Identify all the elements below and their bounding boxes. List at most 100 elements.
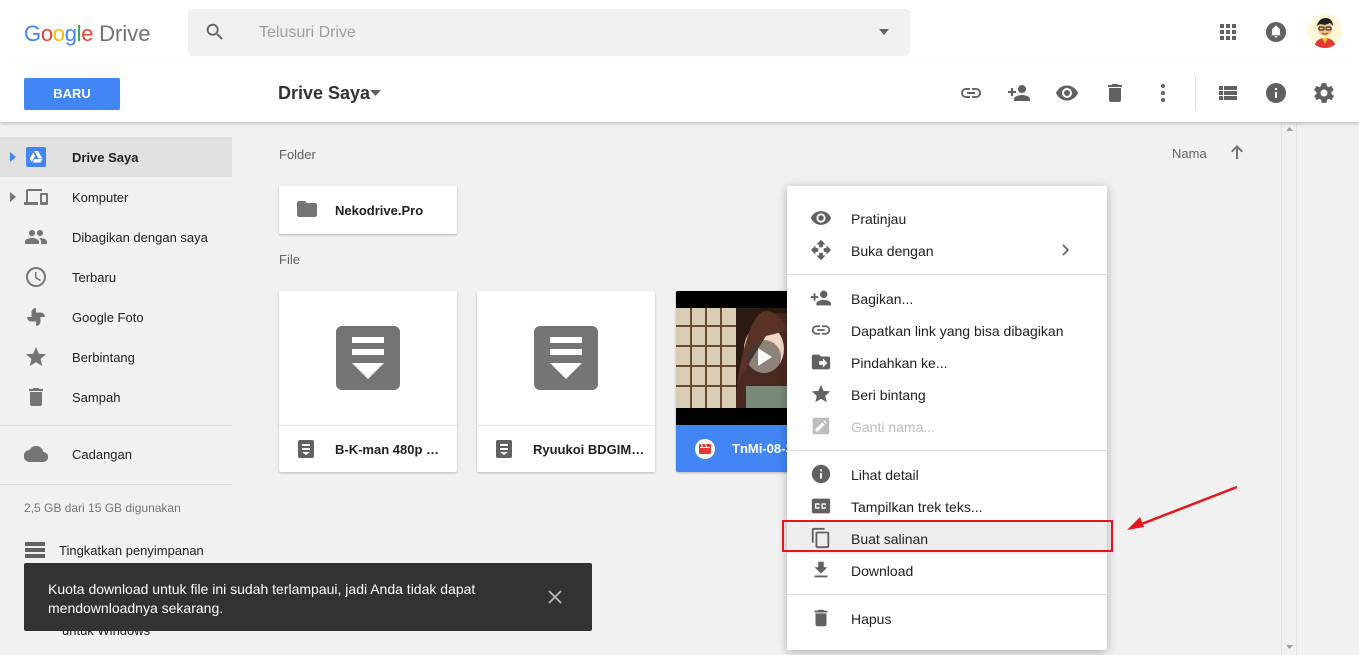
file-type-icon [496, 440, 512, 458]
rename-icon [810, 415, 832, 437]
menu-item-preview[interactable]: Pratinjau [787, 202, 1107, 234]
folder-card[interactable]: Nekodrive.Pro [279, 186, 457, 234]
open-with-icon [810, 239, 832, 261]
people-icon [24, 225, 48, 249]
file-card[interactable]: Ryuukoi BDGIM L... [477, 291, 655, 472]
sidebar-item-label: Sampah [72, 390, 121, 405]
annotation-arrow-icon [1125, 484, 1241, 532]
trash-icon [24, 385, 48, 409]
context-menu: Pratinjau Buka dengan Bagikan... Dapatka… [787, 186, 1107, 650]
menu-item-caption-tracks[interactable]: Tampilkan trek teks... [787, 490, 1107, 522]
menu-item-rename: Ganti nama... [787, 410, 1107, 442]
menu-item-view-details[interactable]: Lihat detail [787, 458, 1107, 490]
search-box[interactable]: Telusuri Drive [188, 9, 910, 56]
file-card[interactable]: B-K-man 480p Wi... [279, 291, 457, 472]
upgrade-storage-label: Tingkatkan penyimpanan [59, 543, 204, 558]
new-button[interactable]: BARU [24, 78, 120, 110]
generic-file-icon [534, 326, 598, 390]
side-panel-strip [1296, 122, 1359, 655]
toolbar-divider [1195, 76, 1196, 110]
breadcrumb-dropdown-icon[interactable] [370, 90, 381, 97]
file-thumbnail [477, 291, 655, 425]
sidebar-item-starred[interactable]: Berbintang [0, 337, 232, 377]
close-icon[interactable] [547, 589, 563, 605]
sidebar-item-trash[interactable]: Sampah [0, 377, 232, 417]
menu-item-label: Download [851, 563, 914, 579]
folder-section-label: Folder [279, 147, 316, 162]
sort-by-name-label[interactable]: Nama [1172, 146, 1207, 161]
folder-icon [296, 200, 318, 218]
file-type-icon [298, 440, 314, 458]
move-to-icon [810, 351, 832, 373]
chevron-right-icon [1061, 244, 1069, 256]
sidebar-item-label: Google Foto [72, 310, 144, 325]
link-icon [810, 319, 832, 341]
generic-file-icon [336, 326, 400, 390]
menu-item-move-to[interactable]: Pindahkan ke... [787, 346, 1107, 378]
info-icon [810, 463, 832, 485]
sidebar-item-google-photos[interactable]: Google Foto [0, 297, 232, 337]
expand-arrow-icon[interactable] [10, 152, 16, 162]
snackbar: Kuota download untuk file ini sudah terl… [24, 563, 592, 631]
menu-item-label: Tampilkan trek teks... [851, 499, 983, 515]
details-info-icon[interactable] [1264, 81, 1288, 105]
file-section-label: File [279, 252, 300, 267]
expand-arrow-icon[interactable] [10, 192, 16, 202]
menu-item-label: Bagikan... [851, 291, 914, 307]
menu-divider [787, 450, 1107, 451]
trash-icon [810, 607, 832, 629]
snackbar-message: Kuota download untuk file ini sudah terl… [48, 581, 476, 616]
menu-item-label: Buka dengan [851, 243, 934, 259]
delete-icon[interactable] [1103, 81, 1127, 105]
google-drive-logo[interactable]: Google Drive [24, 20, 151, 48]
star-icon [24, 345, 48, 369]
notifications-icon[interactable] [1264, 20, 1288, 44]
search-icon[interactable] [204, 21, 226, 43]
settings-gear-icon[interactable] [1312, 81, 1336, 105]
logo-drive-text: Drive [99, 21, 151, 46]
menu-item-label: Beri bintang [851, 387, 926, 403]
menu-item-label: Hapus [851, 611, 892, 627]
logo-google-text: Google [24, 21, 94, 46]
scrollbar[interactable] [1281, 122, 1296, 655]
breadcrumb-my-drive[interactable]: Drive Saya [278, 83, 370, 104]
star-icon [810, 383, 832, 405]
file-name: Ryuukoi BDGIM L... [533, 442, 647, 457]
upgrade-storage-link[interactable]: Tingkatkan penyimpanan [24, 540, 224, 560]
clock-icon [24, 265, 48, 289]
sidebar-divider [0, 484, 232, 485]
sidebar-item-backups[interactable]: Cadangan [0, 434, 232, 474]
menu-item-remove[interactable]: Hapus [787, 602, 1107, 634]
apps-grid-icon[interactable] [1216, 20, 1240, 44]
preview-eye-icon[interactable] [1055, 81, 1079, 105]
user-avatar[interactable] [1308, 14, 1342, 48]
sidebar-item-recent[interactable]: Terbaru [0, 257, 232, 297]
cloud-icon [24, 442, 48, 466]
menu-item-add-star[interactable]: Beri bintang [787, 378, 1107, 410]
menu-divider [787, 274, 1107, 275]
menu-item-label: Dapatkan link yang bisa dibagikan [851, 323, 1064, 339]
sidebar-item-computers[interactable]: Komputer [0, 177, 232, 217]
sidebar-item-shared-with-me[interactable]: Dibagikan dengan saya [0, 217, 232, 257]
computer-icon [24, 185, 48, 209]
menu-item-label: Pindahkan ke... [851, 355, 948, 371]
link-icon[interactable] [959, 81, 983, 105]
menu-item-download[interactable]: Download [787, 554, 1107, 586]
menu-item-open-with[interactable]: Buka dengan [787, 234, 1107, 266]
menu-item-get-link[interactable]: Dapatkan link yang bisa dibagikan [787, 314, 1107, 346]
search-options-icon[interactable] [878, 28, 890, 36]
menu-divider [787, 594, 1107, 595]
sidebar-item-label: Drive Saya [72, 150, 139, 165]
sidebar-item-label: Cadangan [72, 447, 132, 462]
sort-ascending-icon[interactable] [1229, 144, 1245, 160]
file-title-bar: Ryuukoi BDGIM L... [477, 425, 655, 472]
sidebar-item-label: Terbaru [72, 270, 117, 285]
sidebar-item-my-drive[interactable]: Drive Saya [0, 137, 232, 177]
list-view-icon[interactable] [1216, 81, 1240, 105]
menu-item-share[interactable]: Bagikan... [787, 282, 1107, 314]
more-options-icon[interactable] [1151, 81, 1175, 105]
photos-icon [24, 305, 48, 329]
share-add-person-icon[interactable] [1007, 81, 1031, 105]
add-person-icon [810, 287, 832, 309]
sidebar-item-label: Komputer [72, 190, 129, 205]
